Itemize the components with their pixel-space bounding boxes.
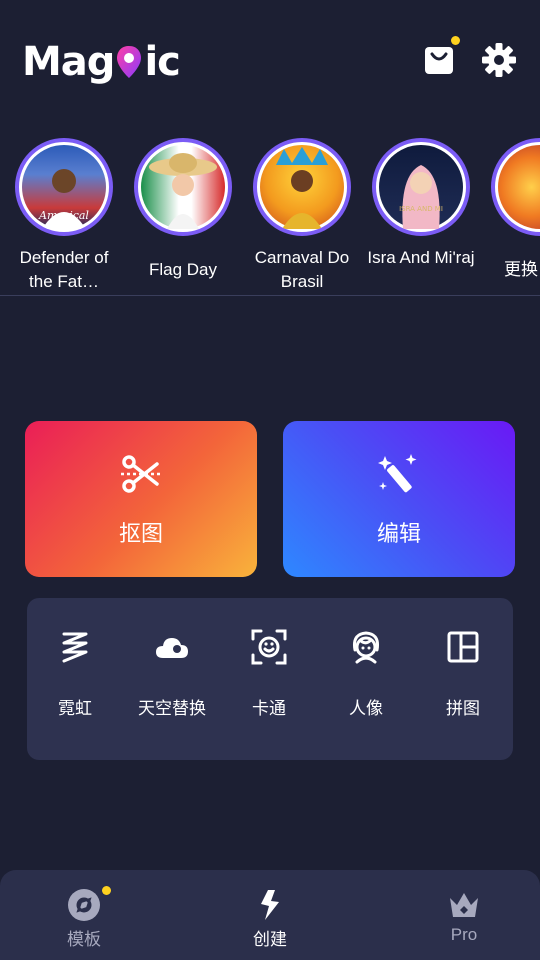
tool-sky-replace[interactable]: 天空替换 <box>124 628 220 719</box>
story-avatar: ISRA AND MI <box>372 138 470 236</box>
compass-icon <box>68 889 100 921</box>
story-label: Flag Day <box>148 260 218 279</box>
story-avatar <box>134 138 232 236</box>
collage-icon <box>447 631 479 663</box>
lightning-icon <box>261 890 279 920</box>
template-stories-row: Americal Defender of the Fat… Flag Day C… <box>0 138 540 294</box>
tab-label: 创建 <box>253 930 287 949</box>
story-avatar <box>491 138 540 236</box>
tab-pro[interactable]: Pro <box>404 888 524 945</box>
tool-portrait[interactable]: 人像 <box>318 628 414 719</box>
cartoon-face-icon <box>251 629 287 665</box>
edit-label: 编辑 <box>376 521 421 546</box>
neon-squiggle-icon <box>62 632 88 663</box>
edit-button[interactable]: 编辑 <box>283 421 515 577</box>
app-header: Mag ic <box>0 0 540 120</box>
shop-bag-icon <box>425 47 453 74</box>
tab-label: 模板 <box>67 930 101 949</box>
scissors-icon <box>121 455 161 493</box>
tool-cartoon[interactable]: 卡通 <box>221 628 317 719</box>
story-label: 更换 <box>504 260 538 279</box>
app-logo: Mag ic <box>22 34 181 90</box>
notification-dot <box>102 886 111 895</box>
story-item[interactable]: ISRA AND MI Isra And Mi'raj <box>366 138 476 294</box>
portrait-icon <box>353 631 379 664</box>
story-item[interactable]: Carnaval Do Brasil <box>247 138 357 294</box>
settings-button[interactable] <box>481 42 517 78</box>
notification-dot <box>451 36 460 45</box>
tool-collage[interactable]: 拼图 <box>415 628 511 719</box>
tool-label: 拼图 <box>446 699 480 718</box>
tool-neon[interactable]: 霓虹 <box>27 628 123 719</box>
story-item[interactable]: Americal Defender of the Fat… <box>9 138 119 294</box>
crown-icon <box>450 893 478 917</box>
tool-label: 人像 <box>349 699 383 718</box>
stories-divider <box>0 295 540 296</box>
story-label: Isra And Mi'raj <box>367 248 475 267</box>
story-label: Defender of the Fat… <box>19 248 109 291</box>
magic-wand-icon <box>378 454 417 493</box>
story-avatar <box>253 138 351 236</box>
gear-icon <box>482 43 516 77</box>
story-label: Carnaval Do Brasil <box>254 248 350 291</box>
logo-pin-icon <box>115 42 143 82</box>
tab-templates[interactable]: 模板 <box>24 886 144 950</box>
tools-panel: 霓虹 天空替换 卡通 人像 拼图 <box>27 598 513 760</box>
svg-text:Americal: Americal <box>38 209 89 222</box>
tab-label: Pro <box>450 925 478 944</box>
shop-bag-button[interactable] <box>421 36 460 78</box>
logo-text-end: ic <box>144 39 180 85</box>
tool-label: 天空替换 <box>138 699 206 718</box>
tool-label: 卡通 <box>252 699 286 718</box>
cutout-button[interactable]: 抠图 <box>25 421 257 577</box>
story-avatar: Americal <box>15 138 113 236</box>
tab-create[interactable]: 创建 <box>210 888 330 950</box>
cutout-label: 抠图 <box>118 521 163 546</box>
story-item[interactable]: Flag Day <box>128 138 238 294</box>
story-item[interactable]: 更换 <box>485 138 540 294</box>
bottom-tab-bar: 模板 创建 Pro <box>0 870 540 960</box>
tool-label: 霓虹 <box>58 699 92 718</box>
logo-text-start: Mag <box>22 39 115 85</box>
cloud-icon <box>156 638 188 658</box>
svg-text:ISRA AND MI: ISRA AND MI <box>399 205 443 213</box>
